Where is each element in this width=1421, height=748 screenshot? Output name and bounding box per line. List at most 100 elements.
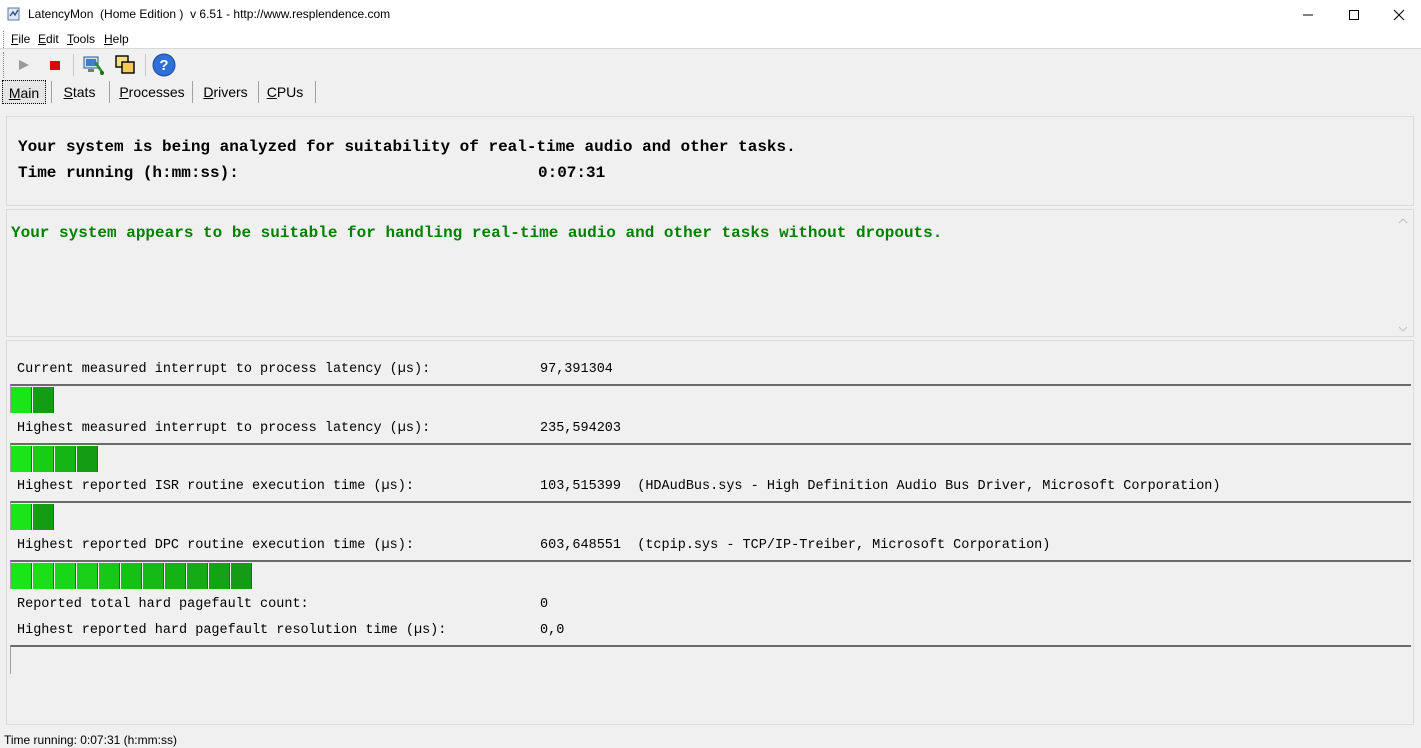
help-icon: ? bbox=[152, 53, 176, 77]
menu-edit-key: E bbox=[38, 32, 47, 46]
stop-icon bbox=[50, 61, 60, 70]
toolbar-separator bbox=[73, 54, 74, 76]
latency-bar bbox=[10, 384, 1411, 413]
app-icon bbox=[6, 6, 22, 22]
analysis-status-panel: Your system is being analyzed for suitab… bbox=[6, 116, 1414, 206]
windows-icon bbox=[115, 55, 135, 74]
menu-edit[interactable]: Edit bbox=[38, 32, 59, 46]
bar-segment bbox=[55, 446, 76, 472]
bar-segment bbox=[121, 563, 142, 589]
metrics-panel: Current measured interrupt to process la… bbox=[6, 340, 1414, 725]
latency-bar bbox=[10, 443, 1411, 472]
bar-segment bbox=[33, 563, 54, 589]
scroll-up-icon bbox=[1398, 218, 1408, 224]
metric-value: 97,391304 bbox=[540, 362, 613, 377]
result-panel: Your system appears to be suitable for h… bbox=[6, 209, 1414, 337]
bar-segment bbox=[77, 446, 98, 472]
metric-label: Highest reported ISR routine execution t… bbox=[17, 479, 414, 494]
tab-processes-rest: rocesses bbox=[128, 84, 185, 100]
maximize-icon bbox=[1349, 10, 1359, 20]
result-message: Your system appears to be suitable for h… bbox=[11, 224, 943, 242]
time-running-value: 0:07:31 bbox=[538, 164, 606, 182]
bar-segment bbox=[33, 387, 54, 413]
analyze-icon bbox=[83, 56, 104, 75]
pagefault-count-value: 0 bbox=[540, 597, 549, 612]
bar-segment bbox=[143, 563, 164, 589]
play-icon bbox=[19, 60, 29, 70]
toolbar-grip bbox=[3, 52, 5, 78]
menu-bar: File Edit Tools Help bbox=[0, 30, 1421, 49]
tab-cpus[interactable]: CPUs bbox=[264, 80, 306, 104]
time-running-label: Time running (h:mm:ss): bbox=[18, 164, 239, 182]
tab-separator bbox=[258, 81, 259, 103]
bar-segment bbox=[11, 446, 32, 472]
latency-bar bbox=[10, 501, 1411, 530]
close-button[interactable] bbox=[1376, 0, 1421, 30]
maximize-button[interactable] bbox=[1331, 0, 1377, 30]
latency-bar bbox=[10, 560, 1411, 589]
menu-file-rest: ile bbox=[18, 32, 31, 46]
menu-help-rest: elp bbox=[112, 32, 129, 46]
menu-tools-rest: ools bbox=[73, 32, 96, 46]
tab-stats-rest: tats bbox=[72, 84, 96, 100]
bar-segment bbox=[187, 563, 208, 589]
bar-segment bbox=[33, 504, 54, 530]
bar-segment bbox=[11, 387, 32, 413]
metric-label: Highest reported DPC routine execution t… bbox=[17, 538, 414, 553]
analysis-status-text: Your system is being analyzed for suitab… bbox=[18, 138, 796, 156]
bar-segment bbox=[11, 563, 32, 589]
bar-segment bbox=[55, 563, 76, 589]
result-scrollbar[interactable] bbox=[1395, 212, 1411, 337]
help-button[interactable]: ? bbox=[151, 52, 177, 78]
svg-text:?: ? bbox=[159, 57, 168, 74]
pagefault-resolution-value: 0,0 bbox=[540, 623, 565, 638]
metric-value: 103,515399 (HDAudBus.sys - High Definiti… bbox=[540, 479, 1221, 494]
tab-cpus-rest: PUs bbox=[276, 84, 304, 100]
tab-processes[interactable]: Processes bbox=[117, 80, 187, 104]
close-icon bbox=[1393, 9, 1405, 21]
menu-tools[interactable]: Tools bbox=[67, 32, 95, 46]
pagefault-count-label: Reported total hard pagefault count: bbox=[17, 597, 309, 612]
stop-button[interactable] bbox=[42, 52, 68, 78]
bar-segment bbox=[99, 563, 120, 589]
bar-segment bbox=[231, 563, 252, 589]
tab-stats[interactable]: Stats bbox=[57, 80, 102, 104]
statusbar-text: Time running: 0:07:31 (h:mm:ss) bbox=[4, 733, 177, 747]
tab-separator bbox=[315, 81, 316, 103]
toolbar: ? bbox=[0, 50, 1421, 80]
metric-label: Highest measured interrupt to process la… bbox=[17, 421, 431, 436]
analyze-button[interactable] bbox=[80, 52, 106, 78]
window-title: LatencyMon (Home Edition ) v 6.51 - http… bbox=[28, 7, 391, 21]
metric-value: 603,648551 (tcpip.sys - TCP/IP-Treiber, … bbox=[540, 538, 1051, 553]
bar-segment bbox=[77, 563, 98, 589]
tab-cpus-key: C bbox=[266, 84, 277, 100]
bar-segment bbox=[209, 563, 230, 589]
tab-main[interactable]: Main bbox=[2, 80, 46, 104]
tab-processes-key: P bbox=[119, 84, 129, 100]
windows-button[interactable] bbox=[112, 52, 138, 78]
toolbar-separator bbox=[145, 54, 146, 76]
pagefault-resolution-label: Highest reported hard pagefault resoluti… bbox=[17, 623, 447, 638]
minimize-button[interactable] bbox=[1285, 0, 1331, 30]
title-bar: LatencyMon (Home Edition ) v 6.51 - http… bbox=[0, 0, 1421, 30]
minimize-icon bbox=[1303, 14, 1313, 16]
status-bar: Time running: 0:07:31 (h:mm:ss) bbox=[0, 731, 1421, 748]
tab-drivers-key: D bbox=[203, 84, 214, 100]
play-button[interactable] bbox=[11, 52, 37, 78]
tab-bar: Main Stats Processes Drivers CPUs bbox=[0, 80, 1421, 105]
metric-label: Current measured interrupt to process la… bbox=[17, 362, 431, 377]
tab-main-key: M bbox=[8, 85, 21, 101]
scroll-down-icon bbox=[1398, 326, 1408, 332]
tab-separator bbox=[51, 81, 52, 103]
tab-drivers-rest: rivers bbox=[213, 84, 248, 100]
bar-segment bbox=[165, 563, 186, 589]
tab-stats-key: S bbox=[63, 84, 73, 100]
menu-edit-rest: dit bbox=[46, 32, 59, 46]
tab-separator bbox=[109, 81, 110, 103]
metric-value: 235,594203 bbox=[540, 421, 622, 436]
bar-segment bbox=[33, 446, 54, 472]
tab-drivers[interactable]: Drivers bbox=[199, 80, 252, 104]
menu-file[interactable]: File bbox=[11, 32, 30, 46]
menu-help[interactable]: Help bbox=[104, 32, 129, 46]
tab-separator bbox=[192, 81, 193, 103]
